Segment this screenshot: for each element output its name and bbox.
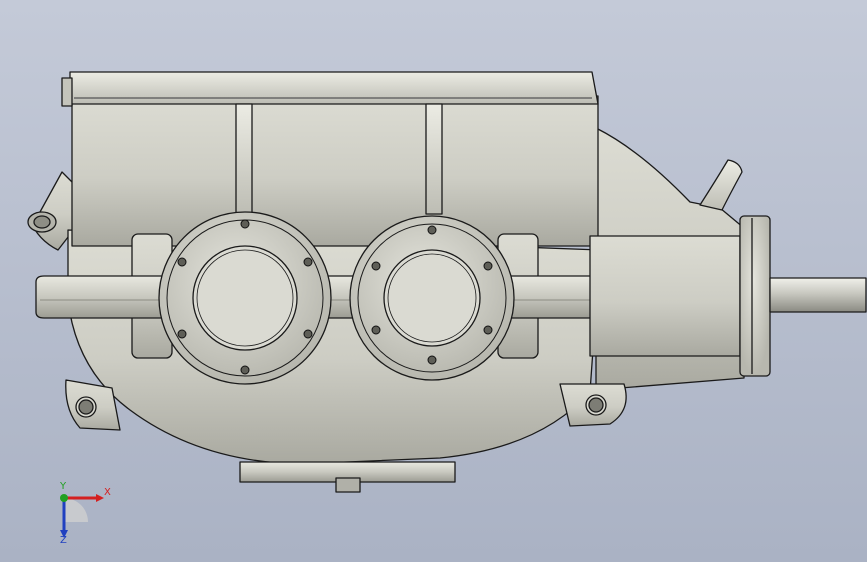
orientation-triad[interactable]: X Y Z: [44, 478, 114, 548]
triad-y-label: Y: [60, 481, 67, 492]
rib-right: [425, 103, 443, 215]
output-shaft-housing: [589, 235, 741, 357]
gearbox-model[interactable]: [0, 0, 867, 562]
output-end-cap: [739, 215, 771, 377]
top-cover-lid: [69, 71, 599, 105]
bearing-cap-left[interactable]: [158, 211, 332, 385]
triad-x-label: X: [104, 487, 111, 498]
output-shaft[interactable]: [769, 277, 867, 313]
bearing-cap-right[interactable]: [349, 215, 515, 381]
split-line-flange-bar: [35, 275, 645, 319]
triad-z-label: Z: [60, 535, 67, 546]
gearbox-upper-casing: [71, 95, 599, 247]
rib-left: [235, 103, 253, 215]
graphics-viewport[interactable]: X Y Z: [0, 0, 867, 562]
